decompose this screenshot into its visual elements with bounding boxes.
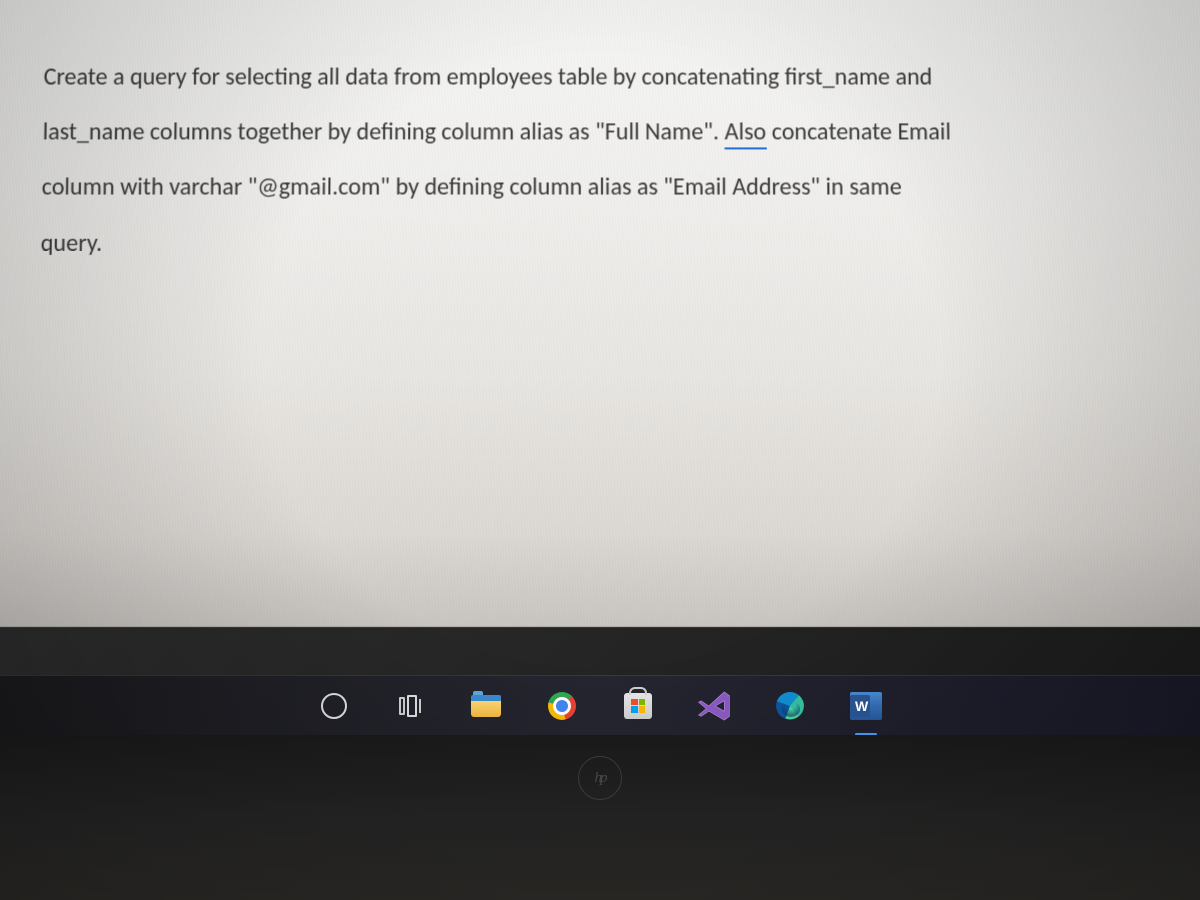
- document-page: Create a query for selecting all data fr…: [0, 0, 1200, 627]
- hp-logo: hp: [578, 756, 622, 800]
- microsoft-store-button[interactable]: [620, 688, 656, 724]
- text-segment: Create a query for selecting all data fr…: [43, 63, 784, 92]
- visual-studio-icon: [696, 688, 732, 724]
- edge-icon: [776, 692, 804, 720]
- spellcheck-error: first_name: [785, 63, 890, 93]
- folder-icon: [471, 695, 501, 717]
- word-icon: W: [850, 692, 882, 720]
- spellcheck-error: last_name: [42, 118, 144, 148]
- spellcheck-error: varchar: [169, 173, 242, 203]
- windows-taskbar: W: [0, 675, 1200, 735]
- text-segment: query.: [40, 228, 102, 257]
- screen-container: Create a query for selecting all data fr…: [0, 0, 1200, 900]
- cortana-icon: [321, 693, 347, 719]
- text-segment: and: [890, 63, 933, 92]
- word-letter: W: [855, 698, 868, 714]
- edge-button[interactable]: [772, 688, 808, 724]
- question-text: Create a query for selecting all data fr…: [40, 50, 1160, 271]
- chrome-icon: [548, 692, 576, 720]
- text-segment: columns together by defining column alia…: [144, 118, 724, 147]
- file-explorer-button[interactable]: [468, 688, 504, 724]
- store-icon: [624, 693, 652, 719]
- text-segment: column with: [41, 173, 169, 202]
- visual-studio-button[interactable]: [696, 688, 732, 724]
- word-button[interactable]: W: [848, 688, 884, 724]
- cortana-button[interactable]: [316, 688, 352, 724]
- text-segment: concatenate Email: [766, 118, 951, 147]
- chrome-button[interactable]: [544, 688, 580, 724]
- grammar-error: Also: [725, 118, 767, 150]
- text-segment: "@gmail.com" by defining column alias as…: [242, 173, 902, 202]
- task-view-button[interactable]: [392, 688, 428, 724]
- task-view-icon: [399, 695, 421, 717]
